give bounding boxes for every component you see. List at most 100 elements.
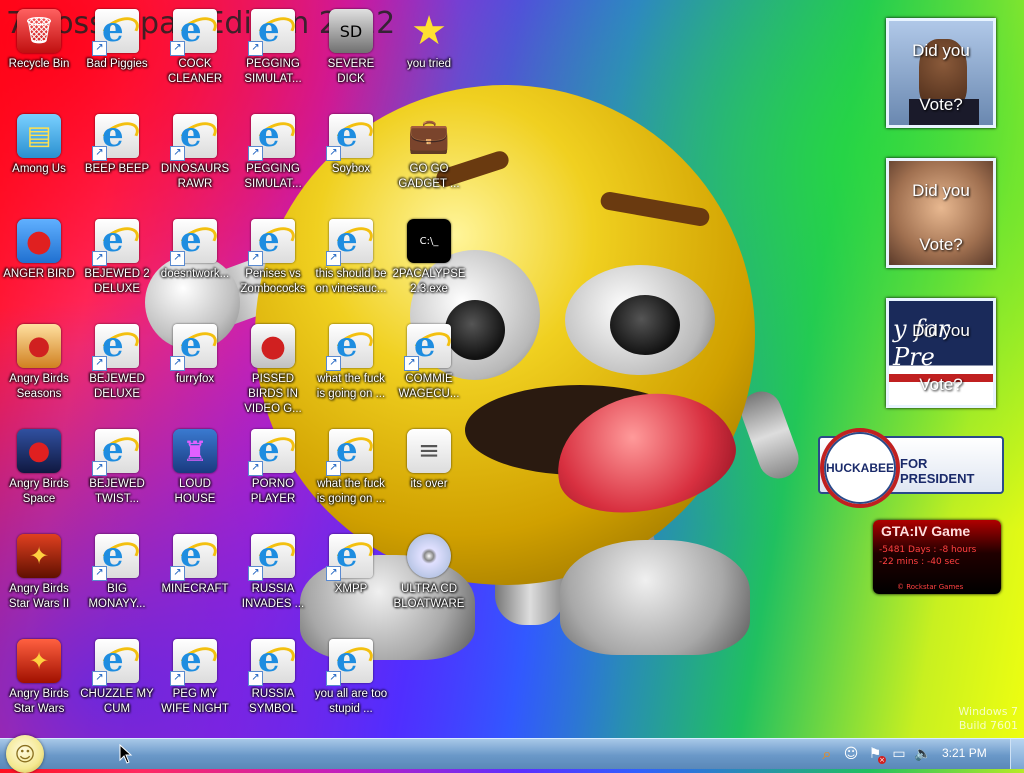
desktop-icon[interactable]: e ↗ PORNO PLAYER: [235, 428, 311, 507]
start-smiley-icon: ☺: [14, 742, 36, 766]
recycle-bin-icon: 🗑: [16, 8, 62, 54]
desktop-icon[interactable]: ▤ Among Us: [1, 113, 77, 177]
desktop-icon[interactable]: ♜ LOUD HOUSE: [157, 428, 233, 507]
desktop-icon[interactable]: e ↗ PEG MY WIFE NIGHT: [157, 638, 233, 717]
desktop-icon[interactable]: e ↗ this should be on vinesauc...: [313, 218, 389, 297]
desktop-icon-label: DINOSAURS RAWR: [160, 163, 230, 190]
desktop-icon-label: Bad Piggies: [86, 58, 148, 70]
taskbar-clock[interactable]: 3:21 PM: [942, 746, 987, 760]
desktop-icon[interactable]: 🗑 Recycle Bin: [1, 8, 77, 72]
ie-shortcut-icon: e ↗: [326, 113, 378, 161]
ie-shortcut-icon: e ↗: [248, 113, 300, 161]
desktop-icon[interactable]: ✦ Angry Birds Star Wars: [1, 638, 77, 717]
desktop-icon[interactable]: SD SEVERE DICK: [313, 8, 389, 87]
desktop-icon[interactable]: e ↗ you all are too stupid ...: [313, 638, 389, 717]
volume-icon[interactable]: 🔈: [914, 745, 932, 763]
desktop-icon[interactable]: e ↗ BEJEWED 2 DELUXE: [79, 218, 155, 297]
desktop-icon[interactable]: ULTRA CD BLOATWARE: [391, 533, 467, 612]
desktop-icon[interactable]: e ↗ RUSSIA SYMBOL: [235, 638, 311, 717]
vote-gadget-3-line1: Did you: [912, 321, 970, 340]
desktop-icon[interactable]: e ↗ COMMIE WAGECU...: [391, 323, 467, 402]
gta-countdown-gadget[interactable]: GTA:IV Game -5481 Days : -8 hours -22 mi…: [873, 520, 1001, 594]
desktop-icon[interactable]: e ↗ Penises vs Zombococks: [235, 218, 311, 297]
desktop-icon-label: Angry Birds Seasons: [9, 373, 69, 400]
desktop-icon-label: Angry Birds Star Wars II: [8, 583, 70, 610]
desktop-icon[interactable]: e ↗ MINECRAFT: [157, 533, 233, 597]
angry-birds-space-icon: ●: [16, 428, 62, 474]
desktop-icon-label: BEEP BEEP: [84, 163, 150, 175]
desktop-icon[interactable]: e ↗ BEEP BEEP: [79, 113, 155, 177]
action-center-flag-icon[interactable]: ⚑ ×: [866, 745, 886, 764]
ie-shortcut-icon: e ↗: [248, 638, 300, 686]
ie-shortcut-icon: e ↗: [326, 323, 378, 371]
desktop-icon-label: furryfox: [175, 373, 215, 385]
desktop-icon-label: Angry Birds Star Wars: [9, 688, 69, 715]
desktop-icon[interactable]: e ↗ doesntwork...: [157, 218, 233, 282]
desktop-icon-label: PEGGING SIMULAT...: [244, 58, 302, 85]
desktop-icon[interactable]: e ↗ BEJEWED TWIST...: [79, 428, 155, 507]
ie-shortcut-icon: e ↗: [92, 218, 144, 266]
network-icon[interactable]: ▭: [890, 745, 908, 763]
desktop-icon-label: 2PACALYPSE 2.3.exe: [392, 268, 466, 295]
ie-shortcut-icon: e ↗: [92, 8, 144, 56]
desktop-icon-label: BIG MONAYY...: [88, 583, 146, 610]
vote-gadget-1-line2: Vote?: [919, 95, 963, 114]
desktop-icon-label: PEGGING SIMULAT...: [244, 163, 302, 190]
desktop-icon[interactable]: e ↗ RUSSIA INVADES ...: [235, 533, 311, 612]
vote-gadget-2[interactable]: Did you Vote?: [886, 158, 996, 268]
desktop-icon[interactable]: e ↗ BEJEWED DELUXE: [79, 323, 155, 402]
gta-countdown-line1: -5481 Days : -8 hours: [879, 545, 977, 555]
smiley-icon[interactable]: ☺: [842, 745, 860, 763]
vote-gadget-3[interactable]: y for Pre Did you Vote?: [886, 298, 996, 408]
desktop-icon[interactable]: ✦ Angry Birds Star Wars II: [1, 533, 77, 612]
vote-gadget-1[interactable]: Did you Vote?: [886, 18, 996, 128]
desktop-icon[interactable]: e ↗ PEGGING SIMULAT...: [235, 8, 311, 87]
desktop-icon-label: Penises vs Zombococks: [240, 268, 306, 295]
ie-shortcut-icon: e ↗: [170, 638, 222, 686]
desktop-icon[interactable]: e ↗ XMPP: [313, 533, 389, 597]
desktop-icon[interactable]: e ↗ DINOSAURS RAWR: [157, 113, 233, 192]
desktop-icon-label: Among Us: [12, 163, 66, 175]
desktop-icon[interactable]: ● Angry Birds Seasons: [1, 323, 77, 402]
huckabee-gadget[interactable]: HUCKABEE FOR PRESIDENT: [818, 428, 1004, 508]
desktop-icon[interactable]: e ↗ Soybox: [313, 113, 389, 177]
desktop-icon[interactable]: ● Angry Birds Space: [1, 428, 77, 507]
desktop-icon-label: its over: [410, 478, 448, 490]
desktop-icon-label: COCK CLEANER: [167, 58, 223, 85]
desktop-icon-label: XMPP: [334, 583, 368, 595]
star-icon: ★: [411, 8, 447, 54]
smiley-pupil-right: [610, 295, 680, 355]
desktop-icon[interactable]: e ↗ COCK CLEANER: [157, 8, 233, 87]
desktop-icon-label: you tried: [406, 58, 452, 70]
desktop-icon[interactable]: C:\_ 2PACALYPSE 2.3.exe: [391, 218, 467, 297]
desktop-icon-label: PORNO PLAYER: [250, 478, 296, 505]
ie-shortcut-icon: e ↗: [404, 323, 456, 371]
loud-house-icon: ♜: [172, 428, 218, 474]
ie-shortcut-icon: e ↗: [170, 8, 222, 56]
desktop-icon[interactable]: e ↗ PEGGING SIMULAT...: [235, 113, 311, 192]
desktop-icon[interactable]: e ↗ what the fuck is going on ...: [313, 323, 389, 402]
ie-shortcut-icon: e ↗: [170, 113, 222, 161]
ie-shortcut-icon: e ↗: [326, 218, 378, 266]
desktop-icon[interactable]: e ↗ BIG MONAYY...: [79, 533, 155, 612]
angry-bird-icon: ●: [16, 218, 62, 264]
ie-shortcut-icon: e ↗: [248, 428, 300, 476]
desktop-icon-label: SEVERE DICK: [327, 58, 375, 85]
desktop-icon-label: COMMIE WAGECU...: [398, 373, 460, 400]
start-button[interactable]: ☺: [6, 735, 44, 773]
angry-birds-seasons-icon: ●: [16, 323, 62, 369]
desktop-icon[interactable]: 💼 GO GO GADGET ...: [391, 113, 467, 192]
desktop-icon[interactable]: ★ you tried: [391, 8, 467, 72]
desktop-icon[interactable]: ● PISSED BIRDS IN VIDEO G...: [235, 323, 311, 417]
desktop-icon[interactable]: ≡ its over: [391, 428, 467, 492]
desktop-icon[interactable]: e ↗ furryfox: [157, 323, 233, 387]
gta-title: GTA:IV Game: [881, 523, 971, 539]
search-icon[interactable]: ⌕: [818, 744, 836, 763]
desktop-icon[interactable]: ● ANGER BIRD: [1, 218, 77, 282]
desktop-icon-label: LOUD HOUSE: [174, 478, 216, 505]
desktop-icon[interactable]: e ↗ what the fuck is going on ...: [313, 428, 389, 507]
desktop-icon[interactable]: e ↗ CHUZZLE MY CUM: [79, 638, 155, 717]
desktop-icon[interactable]: e ↗ Bad Piggies: [79, 8, 155, 72]
text-document-icon: ≡: [406, 428, 452, 474]
show-desktop-button[interactable]: [1010, 739, 1024, 769]
